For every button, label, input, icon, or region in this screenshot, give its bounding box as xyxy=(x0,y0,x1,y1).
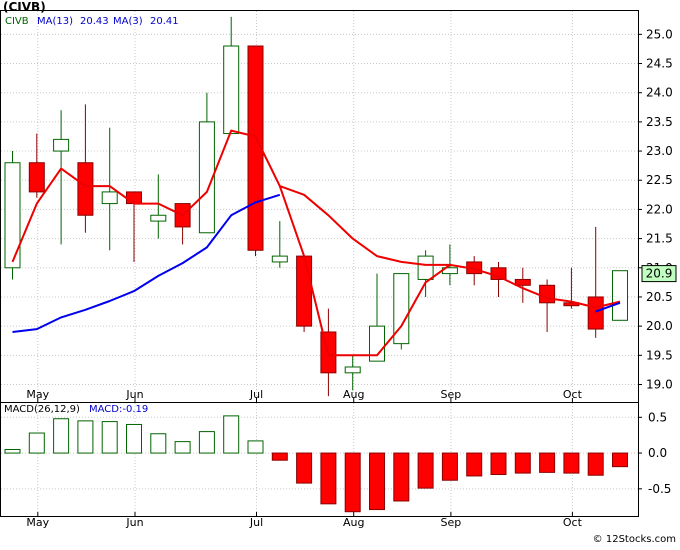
macd-bar-negative xyxy=(271,452,288,461)
price-y-tick-label: 20.5 xyxy=(646,290,673,304)
candle-body-up xyxy=(53,138,70,152)
watermark: © 12Stocks.com xyxy=(593,534,676,545)
candle-body-down xyxy=(28,162,45,193)
price-y-tick-label: 23.0 xyxy=(646,144,673,158)
legend-ma13-label: MA(13) xyxy=(37,16,73,27)
macd-bar-positive xyxy=(101,421,118,454)
candle-body-up xyxy=(344,366,361,374)
price-x-tick-label: Aug xyxy=(343,388,364,401)
candle-body-up xyxy=(271,255,288,263)
macd-bar-positive xyxy=(223,415,240,454)
price-y-tick-label: 23.5 xyxy=(646,115,673,129)
price-x-tick-label: Oct xyxy=(563,388,583,401)
macd-bar-positive xyxy=(126,423,142,454)
candle-body-up xyxy=(101,191,118,205)
macd-bar-negative xyxy=(514,452,531,474)
price-y-tick-label: 21.5 xyxy=(646,232,673,246)
candle-body-up xyxy=(223,45,240,135)
price-x-tick-label: May xyxy=(26,388,49,401)
candle xyxy=(296,255,313,332)
macd-y-tick-label: 0.0 xyxy=(648,446,667,460)
candle-body-down xyxy=(77,162,94,216)
macd-bar-negative xyxy=(563,452,580,474)
price-y-tick-label: 19.0 xyxy=(646,377,673,391)
candle-body-up xyxy=(150,214,167,222)
macd-bar-negative xyxy=(466,452,483,477)
chart-canvas: 19.019.520.020.521.021.522.022.523.023.5… xyxy=(0,0,680,546)
macd-bar-positive xyxy=(198,431,215,454)
macd-bar-positive xyxy=(247,440,264,454)
macd-x-tick-label: Sep xyxy=(441,516,462,529)
candle xyxy=(247,45,264,257)
macd-x-tick-label: Oct xyxy=(563,516,583,529)
macd-y-tick-label: 0.5 xyxy=(648,410,667,424)
macd-y-tick-label: -0.5 xyxy=(648,482,671,496)
price-x-tick-label: Sep xyxy=(441,388,462,401)
macd-bar-positive xyxy=(174,441,191,454)
macd-bar-negative xyxy=(490,452,507,476)
price-x-tick-label: Jul xyxy=(249,388,263,401)
legend-symbol: CIVB xyxy=(5,16,29,27)
macd-x-tick-label: May xyxy=(26,516,49,529)
legend-ma3-label: MA(3) xyxy=(113,16,143,27)
legend-ma3-value: 20.41 xyxy=(150,16,179,27)
candle-body-down xyxy=(296,255,313,327)
macd-x-tick-label: Jun xyxy=(125,516,143,529)
candle xyxy=(612,270,628,321)
macd-bar-negative xyxy=(441,452,458,481)
candle xyxy=(393,273,410,350)
candle-body-up xyxy=(417,255,434,280)
price-y-tick-label: 25.0 xyxy=(646,27,673,41)
macd-bar-negative xyxy=(320,452,337,505)
macd-bar-negative xyxy=(369,452,385,511)
macd-bar-negative xyxy=(417,452,434,489)
candle-body-up xyxy=(612,270,628,321)
macd-bar-positive xyxy=(28,432,45,454)
legend-ma13-value: 20.43 xyxy=(80,16,109,27)
macd-x-tick-label: Aug xyxy=(343,516,364,529)
price-y-tick-label: 24.0 xyxy=(646,86,673,100)
price-y-tick-label: 22.0 xyxy=(646,202,673,216)
candle-body-down xyxy=(539,284,556,304)
macd-bar-negative xyxy=(587,452,604,476)
price-y-tick-label: 24.5 xyxy=(646,57,673,71)
macd-bar-positive xyxy=(4,448,21,454)
candle-body-up xyxy=(4,162,21,269)
candle-body-down xyxy=(490,267,507,280)
last-price-label: 20.9 xyxy=(646,267,673,281)
macd-bar-negative xyxy=(296,452,313,484)
macd-x-tick-label: Jul xyxy=(249,516,263,529)
candle-body-down xyxy=(514,278,531,286)
macd-bar-positive xyxy=(53,418,70,454)
macd-bar-negative xyxy=(612,452,628,468)
macd-bar-positive xyxy=(77,420,94,454)
price-y-tick-label: 20.0 xyxy=(646,319,673,333)
candle-body-down xyxy=(126,191,142,205)
chart-title: (CIVB) xyxy=(3,0,46,14)
stock-chart: 19.019.520.020.521.021.522.022.523.023.5… xyxy=(0,0,680,546)
macd-legend-label: MACD(26,12,9) xyxy=(4,404,80,415)
macd-bar-negative xyxy=(344,452,361,513)
price-x-tick-label: Jun xyxy=(125,388,143,401)
macd-legend-value: MACD:-0.19 xyxy=(89,404,148,415)
macd-bar-negative xyxy=(393,452,410,502)
price-y-tick-label: 22.5 xyxy=(646,173,673,187)
macd-bar-positive xyxy=(150,433,167,454)
candle-body-down xyxy=(587,296,604,330)
macd-bar-negative xyxy=(539,452,556,473)
last-price-marker: 20.9 xyxy=(641,265,677,283)
price-y-tick-label: 19.5 xyxy=(646,348,673,362)
